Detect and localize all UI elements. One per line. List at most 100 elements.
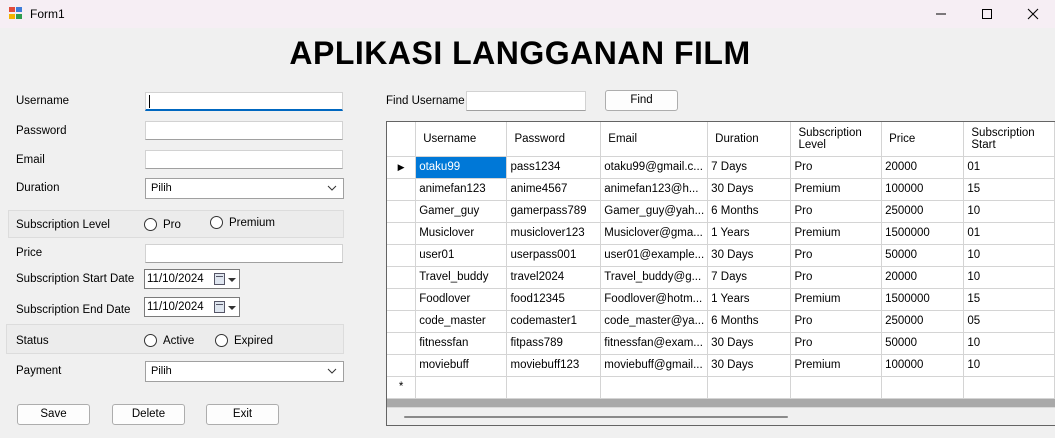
table-cell[interactable]: fitnessfan@exam... xyxy=(600,332,709,355)
subscriptions-grid[interactable]: Username Password Email Duration Subscri… xyxy=(386,121,1055,426)
price-input[interactable] xyxy=(145,244,343,263)
table-cell[interactable]: 6 Months xyxy=(707,310,792,333)
table-cell[interactable]: 50000 xyxy=(881,244,965,267)
table-cell[interactable]: gamerpass789 xyxy=(506,200,602,223)
table-cell[interactable]: user01 xyxy=(415,244,508,267)
radio-expired[interactable] xyxy=(215,334,228,347)
table-cell[interactable]: pass1234 xyxy=(506,156,602,179)
table-cell[interactable]: moviebuff@gmail... xyxy=(600,354,709,377)
table-cell[interactable]: 1500000 xyxy=(881,288,965,311)
close-button[interactable] xyxy=(1010,0,1055,28)
row-header[interactable] xyxy=(387,288,417,311)
table-row[interactable]: fitnessfan fitpass789 fitnessfan@exam... 30… xyxy=(387,332,1055,355)
dropdown-arrow-icon[interactable] xyxy=(228,306,236,310)
delete-button[interactable]: Delete xyxy=(112,404,185,425)
table-cell[interactable]: codemaster1 xyxy=(506,310,602,333)
column-header[interactable]: Email xyxy=(600,122,709,157)
table-cell[interactable]: fitnessfan xyxy=(415,332,508,355)
table-cell[interactable]: 30 Days xyxy=(707,178,792,201)
table-cell[interactable]: Pro xyxy=(790,266,883,289)
find-username-input[interactable] xyxy=(466,91,586,111)
column-header[interactable]: Price xyxy=(881,122,965,157)
table-cell[interactable]: Foodlover xyxy=(415,288,508,311)
table-cell[interactable]: Premium xyxy=(790,288,883,311)
row-header[interactable] xyxy=(387,354,417,377)
table-cell[interactable]: Foodlover@hotm... xyxy=(600,288,709,311)
table-cell[interactable]: 1500000 xyxy=(881,222,965,245)
row-header[interactable] xyxy=(387,178,417,201)
table-cell[interactable] xyxy=(415,376,508,399)
table-row[interactable]: animefan123 anime4567 animefan123@h... 30 D… xyxy=(387,178,1055,201)
table-cell[interactable]: otaku99@gmail.c... xyxy=(600,156,709,179)
table-cell[interactable]: 100000 xyxy=(881,178,965,201)
table-cell[interactable]: 7 Days xyxy=(707,156,792,179)
table-cell[interactable]: 15 xyxy=(963,288,1055,311)
table-cell[interactable]: Pro xyxy=(790,244,883,267)
column-header[interactable]: Duration xyxy=(707,122,792,157)
table-cell[interactable]: 100000 xyxy=(881,354,965,377)
table-cell[interactable]: food12345 xyxy=(506,288,602,311)
table-cell[interactable]: animefan123@h... xyxy=(600,178,709,201)
table-cell[interactable]: 05 xyxy=(963,310,1055,333)
column-header[interactable]: Subscription Level xyxy=(790,122,883,157)
username-input[interactable] xyxy=(145,92,343,111)
table-cell[interactable]: Musiclover@gma... xyxy=(600,222,709,245)
table-cell[interactable]: travel2024 xyxy=(506,266,602,289)
table-cell[interactable]: animefan123 xyxy=(415,178,508,201)
minimize-button[interactable] xyxy=(918,0,964,28)
table-cell[interactable]: 20000 xyxy=(881,266,965,289)
table-cell[interactable]: Gamer_guy xyxy=(415,200,508,223)
table-cell[interactable]: moviebuff xyxy=(415,354,508,377)
table-row[interactable]: Musiclover musiclover123 Musiclover@gma...… xyxy=(387,222,1055,245)
find-button[interactable]: Find xyxy=(605,90,678,111)
table-cell[interactable]: 15 xyxy=(963,178,1055,201)
table-cell[interactable]: Musiclover xyxy=(415,222,508,245)
table-cell[interactable] xyxy=(881,376,965,399)
table-cell[interactable]: code_master@ya... xyxy=(600,310,709,333)
table-row[interactable]: moviebuff moviebuff123 moviebuff@gmail... 3… xyxy=(387,354,1055,377)
table-cell[interactable]: 7 Days xyxy=(707,266,792,289)
table-row[interactable]: Travel_buddy travel2024 Travel_buddy@g... 7… xyxy=(387,266,1055,289)
duration-select[interactable]: Pilih xyxy=(145,178,344,199)
table-cell[interactable]: 1 Years xyxy=(707,222,792,245)
table-cell[interactable]: anime4567 xyxy=(506,178,602,201)
column-header[interactable]: Password xyxy=(506,122,602,157)
table-cell[interactable]: Pro xyxy=(790,156,883,179)
calendar-icon[interactable] xyxy=(214,301,225,313)
maximize-button[interactable] xyxy=(964,0,1010,28)
table-cell[interactable]: 01 xyxy=(963,156,1055,179)
row-header[interactable] xyxy=(387,310,417,333)
table-cell[interactable]: 30 Days xyxy=(707,244,792,267)
radio-expired-label[interactable]: Expired xyxy=(234,335,273,347)
table-cell[interactable] xyxy=(506,376,602,399)
table-cell[interactable]: 30 Days xyxy=(707,354,792,377)
row-header[interactable] xyxy=(387,266,417,289)
table-cell[interactable] xyxy=(790,376,883,399)
table-cell[interactable]: musiclover123 xyxy=(506,222,602,245)
table-cell[interactable]: 10 xyxy=(963,332,1055,355)
radio-premium-label[interactable]: Premium xyxy=(229,217,275,229)
table-cell[interactable]: Premium xyxy=(790,354,883,377)
table-cell[interactable]: Premium xyxy=(790,222,883,245)
save-button[interactable]: Save xyxy=(17,404,90,425)
email-input[interactable] xyxy=(145,150,343,169)
table-cell[interactable]: fitpass789 xyxy=(506,332,602,355)
table-row[interactable]: user01 userpass001 user01@example... 30 Day… xyxy=(387,244,1055,267)
table-cell[interactable]: 20000 xyxy=(881,156,965,179)
new-row[interactable]: * xyxy=(387,376,1055,399)
table-cell[interactable]: 10 xyxy=(963,266,1055,289)
table-cell[interactable]: 250000 xyxy=(881,310,965,333)
table-cell[interactable]: Premium xyxy=(790,178,883,201)
table-cell[interactable]: code_master xyxy=(415,310,508,333)
row-header[interactable] xyxy=(387,332,417,355)
table-cell[interactable] xyxy=(963,376,1055,399)
table-row[interactable]: ▶ otaku99 pass1234 otaku99@gmail.c... 7 Days… xyxy=(387,156,1055,179)
table-cell[interactable]: Pro xyxy=(790,310,883,333)
horizontal-scrollbar[interactable] xyxy=(387,407,1055,425)
table-cell[interactable]: 30 Days xyxy=(707,332,792,355)
radio-pro[interactable] xyxy=(144,218,157,231)
table-cell[interactable]: 10 xyxy=(963,244,1055,267)
column-header[interactable]: Username xyxy=(415,122,508,157)
table-cell[interactable] xyxy=(600,376,709,399)
table-cell[interactable]: 10 xyxy=(963,200,1055,223)
